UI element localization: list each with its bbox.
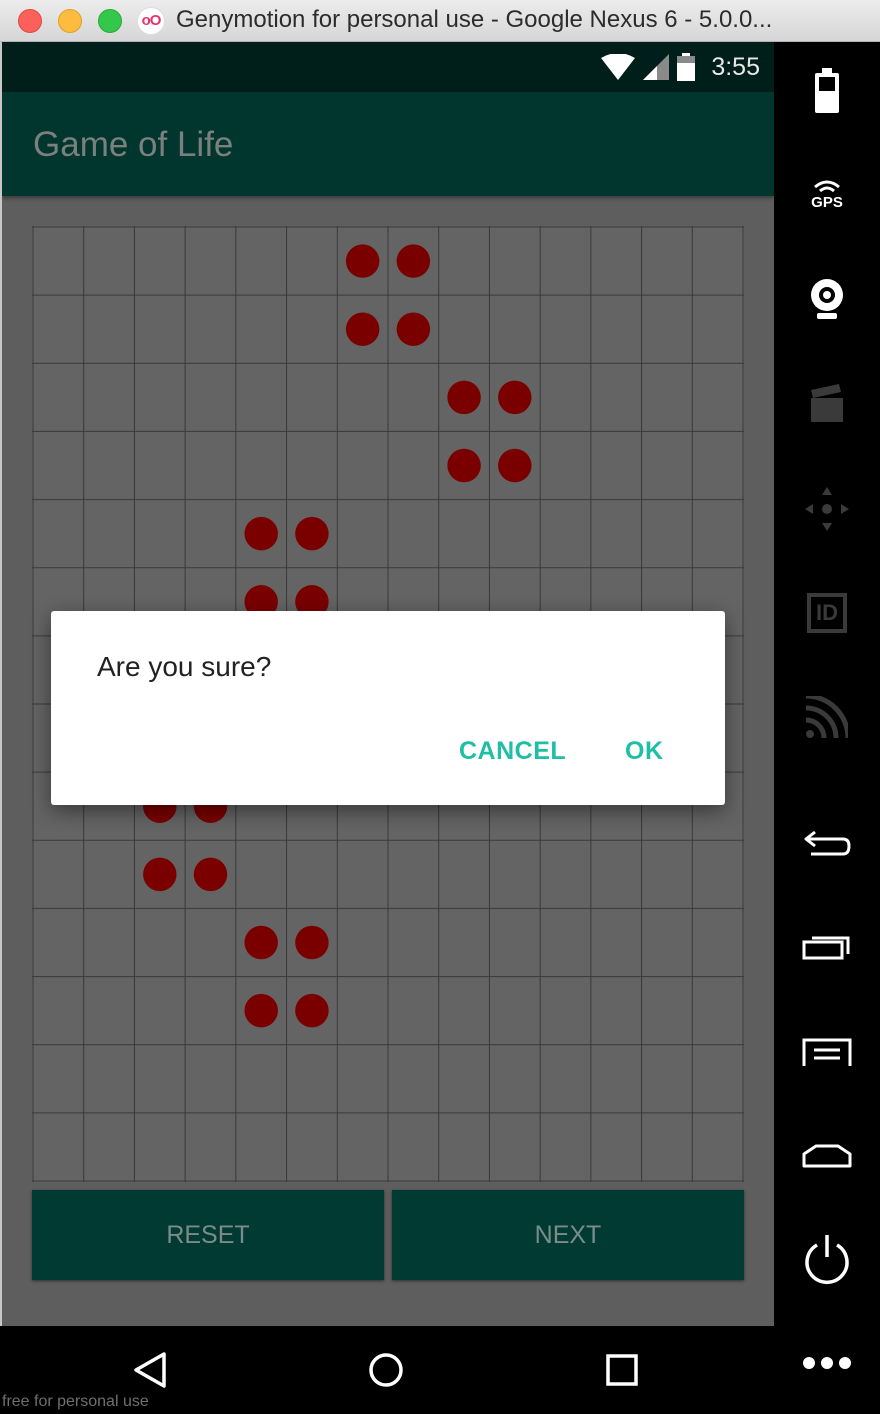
live-cell[interactable] [447,448,481,483]
wifi-icon [601,54,636,80]
live-cell[interactable] [345,312,380,346]
recent-apps-icon[interactable] [800,920,854,974]
home-icon[interactable] [800,1128,854,1182]
live-cell[interactable] [498,380,532,415]
next-button[interactable]: NEXT [392,1190,744,1280]
battery-status-icon [677,53,696,81]
live-cell[interactable] [193,857,228,892]
live-cell[interactable] [295,925,329,960]
genymotion-logo-icon: oO [137,7,165,35]
watermark-text: free for personal use [2,1393,149,1410]
live-cell[interactable] [396,312,431,346]
status-bar: 3:55 [2,42,774,92]
live-cell[interactable] [244,925,278,960]
webcam-icon[interactable] [800,272,854,326]
menu-icon[interactable] [800,1024,854,1078]
live-cell[interactable] [244,993,278,1028]
live-cell[interactable] [295,516,329,551]
live-cell[interactable] [498,448,532,483]
nav-back-icon[interactable] [128,1348,172,1392]
app-toolbar: Game of Life [2,92,774,196]
reset-button[interactable]: RESET [32,1190,384,1280]
window-close-button[interactable] [18,9,42,33]
more-icon[interactable] [800,1336,854,1390]
live-cell[interactable] [396,244,431,278]
nav-home-icon[interactable] [364,1348,408,1392]
window-title: Genymotion for personal use - Google Nex… [176,6,773,33]
gps-icon[interactable]: GPS [800,168,854,222]
device-id-icon[interactable]: ID [800,586,854,640]
screencast-icon[interactable] [800,376,854,430]
window-minimize-button[interactable] [58,9,82,33]
device-id-label: ID [807,593,847,633]
confirm-dialog: Are you sure? CANCEL OK [51,611,725,805]
dialog-message: Are you sure? [97,651,272,682]
window-titlebar: oO Genymotion for personal use - Google … [0,0,880,42]
window-maximize-button[interactable] [98,9,122,33]
ok-button[interactable]: OK [625,737,664,766]
cell-signal-icon [643,54,670,80]
back-icon[interactable] [800,816,854,870]
live-cell[interactable] [345,244,380,278]
nav-recents-icon[interactable] [600,1348,644,1392]
network-icon[interactable] [800,690,854,744]
live-cell[interactable] [447,380,481,415]
cancel-button[interactable]: CANCEL [459,737,566,766]
genymotion-toolbar: GPS ID [774,42,880,1414]
status-time: 3:55 [711,52,760,81]
live-cell[interactable] [244,516,278,551]
live-cell[interactable] [295,993,329,1028]
dpad-icon[interactable] [800,482,854,536]
gps-label: GPS [811,194,843,211]
status-icons: 3:55 [601,42,760,92]
app-title: Game of Life [33,125,234,164]
live-cell[interactable] [143,857,177,892]
device-screen: 3:55 Game of Life RESET NEXT Are you sur… [2,42,774,1326]
battery-icon[interactable] [800,64,854,118]
power-icon[interactable] [800,1232,854,1286]
